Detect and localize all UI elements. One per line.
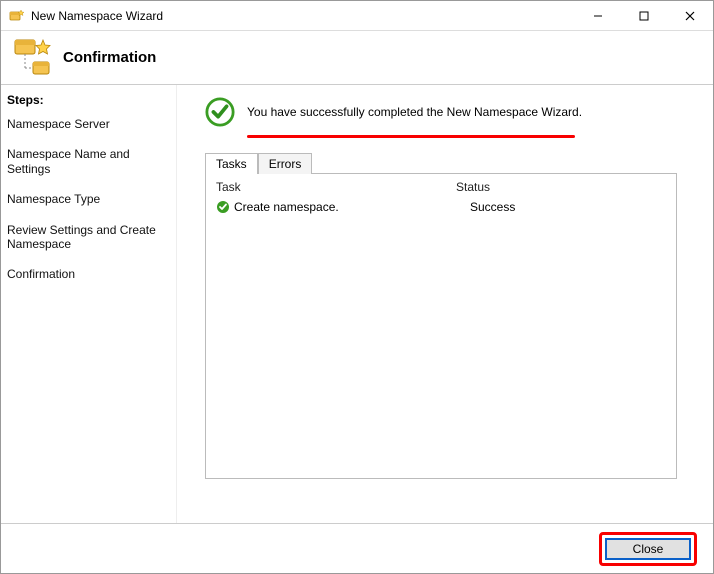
task-name-cell: Create namespace.: [234, 200, 470, 214]
wizard-app-icon: [9, 8, 25, 24]
steps-sidebar: Steps: Namespace Server Namespace Name a…: [1, 85, 177, 523]
page-title: Confirmation: [63, 49, 156, 66]
tasks-header-row: Task Status: [206, 174, 676, 198]
steps-heading: Steps:: [7, 93, 168, 107]
wizard-header-icon: [13, 38, 53, 78]
step-confirmation[interactable]: Confirmation: [5, 263, 170, 285]
success-message-text: You have successfully completed the New …: [247, 105, 582, 119]
titlebar: New Namespace Wizard: [1, 1, 713, 31]
wizard-body: Steps: Namespace Server Namespace Name a…: [1, 85, 713, 523]
step-namespace-type[interactable]: Namespace Type: [5, 188, 170, 210]
task-success-icon: [216, 200, 230, 214]
task-row[interactable]: Create namespace. Success: [206, 198, 676, 216]
main-panel: You have successfully completed the New …: [177, 85, 713, 523]
result-tabs: Tasks Errors: [205, 152, 699, 173]
column-header-task[interactable]: Task: [216, 180, 456, 194]
minimize-button[interactable]: [575, 1, 621, 30]
success-message-row: You have successfully completed the New …: [205, 97, 699, 127]
tasks-panel: Task Status Create namespace. Success: [205, 173, 677, 479]
tab-tasks[interactable]: Tasks: [205, 153, 258, 174]
close-window-button[interactable]: [667, 1, 713, 30]
success-check-icon: [205, 97, 235, 127]
window-controls: [575, 1, 713, 30]
window-title: New Namespace Wizard: [31, 9, 163, 23]
tab-errors[interactable]: Errors: [258, 153, 313, 174]
step-review-create[interactable]: Review Settings and Create Namespace: [5, 219, 170, 256]
annotation-underline: [247, 135, 575, 138]
step-namespace-server[interactable]: Namespace Server: [5, 113, 170, 135]
close-button[interactable]: Close: [605, 538, 691, 560]
wizard-footer: Close: [1, 523, 713, 573]
maximize-button[interactable]: [621, 1, 667, 30]
column-header-status[interactable]: Status: [456, 180, 666, 194]
annotation-close-highlight: Close: [599, 532, 697, 566]
wizard-header: Confirmation: [1, 31, 713, 85]
step-namespace-name-settings[interactable]: Namespace Name and Settings: [5, 143, 170, 180]
task-status-cell: Success: [470, 200, 666, 214]
